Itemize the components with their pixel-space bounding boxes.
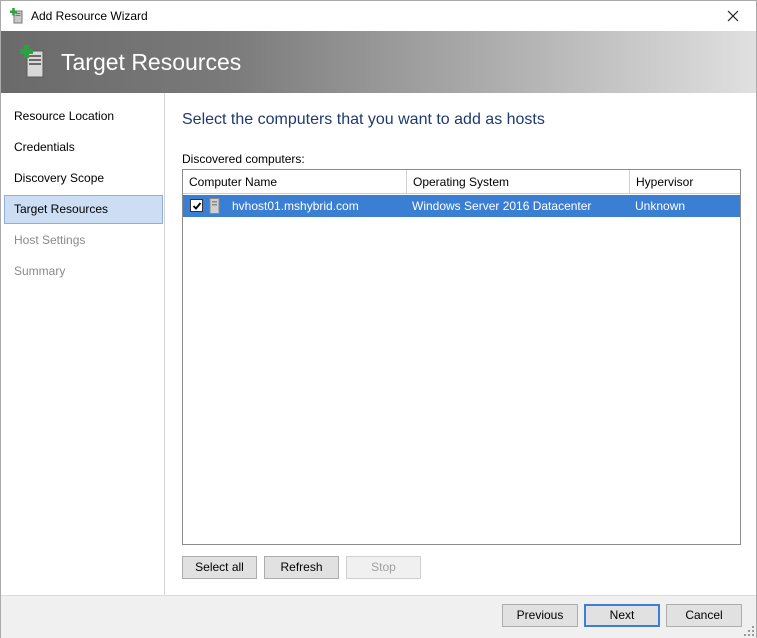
column-header-operating-system[interactable]: Operating System <box>407 170 630 194</box>
wizard-steps-sidebar: Resource Location Credentials Discovery … <box>1 93 165 595</box>
add-resource-icon <box>10 8 23 24</box>
sidebar-item-summary: Summary <box>14 264 66 278</box>
grid-header: Computer Name Operating System Hyperviso… <box>183 170 740 194</box>
server-add-icon <box>20 45 44 78</box>
wizard-footer: Previous Next Cancel <box>1 595 756 638</box>
sidebar-item-discovery-scope[interactable]: Discovery Scope <box>4 164 163 193</box>
next-button[interactable]: Next <box>584 604 660 627</box>
select-all-button[interactable]: Select all <box>182 556 257 579</box>
sidebar-item-credentials[interactable]: Credentials <box>4 133 163 162</box>
table-row[interactable]: hvhost01.mshybrid.com Windows Server 201… <box>183 195 740 217</box>
window-title: Add Resource Wizard <box>31 9 148 23</box>
column-header-computer-name[interactable]: Computer Name <box>183 170 407 194</box>
sidebar-item-host-settings: Host Settings <box>14 233 86 247</box>
stop-button: Stop <box>346 556 421 579</box>
column-header-hypervisor[interactable]: Hypervisor <box>630 170 740 194</box>
resize-grip-icon[interactable] <box>744 626 754 636</box>
page-title: Target Resources <box>61 49 242 75</box>
cell-operating-system: Windows Server 2016 Datacenter <box>412 199 592 213</box>
title-bar: Add Resource Wizard <box>0 0 757 31</box>
cancel-button[interactable]: Cancel <box>666 604 742 627</box>
main-content: Select the computers that you want to ad… <box>166 93 756 595</box>
sidebar-item-resource-location[interactable]: Resource Location <box>4 102 163 131</box>
host-server-icon <box>209 198 220 214</box>
wizard-banner: Target Resources <box>1 31 756 93</box>
close-button[interactable] <box>710 1 756 31</box>
row-checkbox[interactable] <box>190 199 203 212</box>
section-heading: Select the computers that you want to ad… <box>182 111 545 128</box>
refresh-button[interactable]: Refresh <box>264 556 339 579</box>
discovered-computers-label: Discovered computers: <box>182 152 305 166</box>
cell-hypervisor: Unknown <box>635 199 686 213</box>
computers-grid[interactable]: Computer Name Operating System Hyperviso… <box>182 169 741 545</box>
sidebar-item-target-resources[interactable]: Target Resources <box>4 195 163 224</box>
cell-computer-name: hvhost01.mshybrid.com <box>232 199 359 213</box>
previous-button[interactable]: Previous <box>502 604 578 627</box>
close-icon <box>727 10 739 22</box>
checkmark-icon <box>192 201 201 210</box>
